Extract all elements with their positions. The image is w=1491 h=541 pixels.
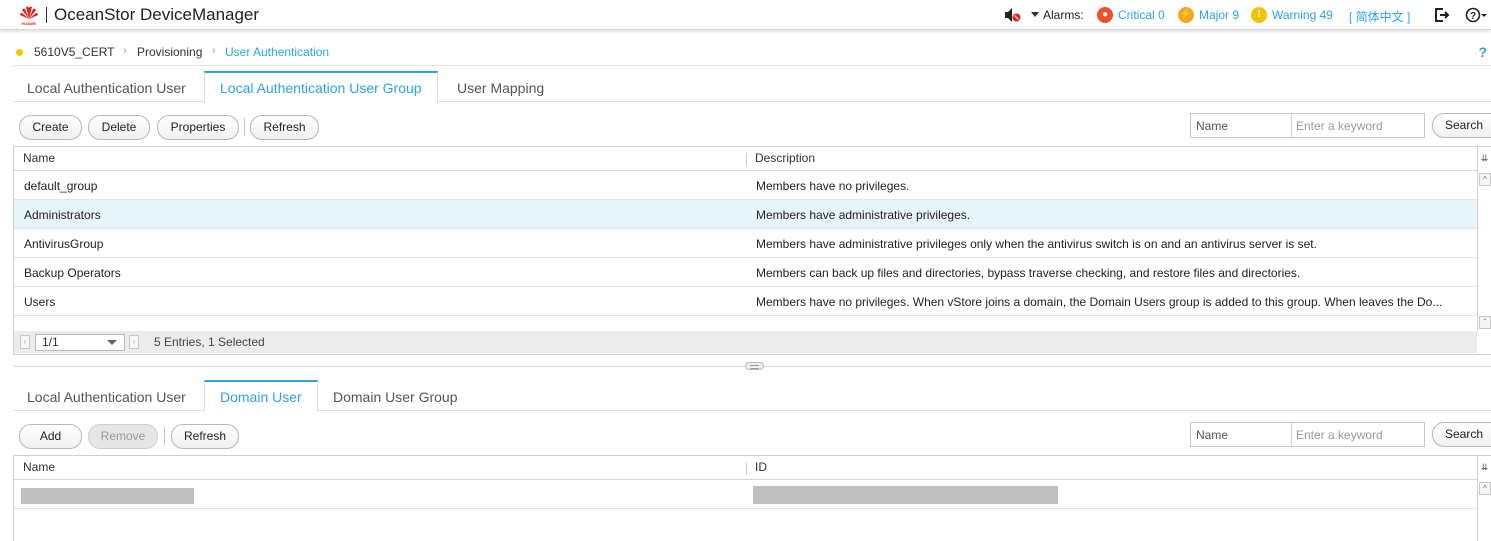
delete-button[interactable]: Delete <box>88 115 150 140</box>
pagination-bar: ‹ 1/1 › 5 Entries, 1 Selected <box>14 331 1477 353</box>
major-alarm-link[interactable]: Major 9 <box>1199 8 1239 22</box>
cell-description: Members have administrative privileges. <box>756 208 971 222</box>
breadcrumb: 5610V5_CERT › Provisioning › User Authen… <box>0 40 1491 64</box>
table-row[interactable]: default_group Members have no privileges… <box>14 171 1477 200</box>
page-select[interactable]: 1/1 <box>35 334 125 351</box>
device-status-dot <box>16 49 23 56</box>
refresh-button[interactable]: Refresh <box>250 115 319 140</box>
column-divider[interactable] <box>746 462 747 475</box>
remove-button[interactable]: Remove <box>88 424 158 449</box>
logout-icon[interactable] <box>1434 7 1450 23</box>
search-field-divider <box>1291 423 1292 446</box>
chevron-right-icon: › <box>212 45 216 57</box>
brand-text: HUAWEI <box>22 22 36 26</box>
page-select-value: 1/1 <box>42 335 59 349</box>
toolbar-divider <box>244 118 245 136</box>
tab-domain-user[interactable]: Domain User <box>204 380 318 412</box>
cell-description: Members have no privileges. When vStore … <box>756 295 1443 309</box>
search-field[interactable]: Name Enter a keyword <box>1190 422 1425 447</box>
critical-alarm-icon: ● <box>1097 7 1113 23</box>
top-tab-bar: Local Authentication User Local Authenti… <box>13 71 1491 103</box>
alarm-dropdown-caret-icon[interactable] <box>1031 12 1039 17</box>
top-header: HUAWEI OceanStor DeviceManager Alarms: ●… <box>0 0 1491 30</box>
domain-user-table: Name ID ⇊ ^ <box>13 455 1491 541</box>
alarms-label: Alarms: <box>1043 8 1084 22</box>
tab-domain-user-group[interactable]: Domain User Group <box>319 380 472 411</box>
scroll-down-icon[interactable]: ˇ <box>1479 316 1491 329</box>
table-row[interactable] <box>14 480 1477 509</box>
next-page-icon[interactable]: › <box>129 335 139 349</box>
breadcrumb-device[interactable]: 5610V5_CERT <box>34 45 115 59</box>
breadcrumb-section[interactable]: Provisioning <box>137 45 202 59</box>
table-row[interactable]: Backup Operators Members can back up fil… <box>14 258 1477 287</box>
table-header: Name ID <box>14 456 1491 480</box>
search-input[interactable]: Enter a keyword <box>1296 119 1383 133</box>
entries-info: 5 Entries, 1 Selected <box>154 335 265 349</box>
cell-name: Backup Operators <box>24 266 121 280</box>
search-button[interactable]: Search <box>1432 113 1491 138</box>
column-header-name[interactable]: Name <box>23 151 55 165</box>
table-row[interactable]: Users Members have no privileges. When v… <box>14 287 1477 316</box>
tab-local-authentication-user[interactable]: Local Authentication User <box>13 71 200 102</box>
table-header: Name Description <box>14 147 1491 171</box>
svg-text:?: ? <box>1470 11 1476 22</box>
bottom-tab-bar: Local Authentication User Domain User Do… <box>13 380 1491 412</box>
tab-local-authentication-user-group[interactable]: Local Authentication User Group <box>204 71 438 103</box>
toolbar-divider <box>164 427 165 445</box>
scroll-up-icon[interactable]: ^ <box>1479 173 1491 186</box>
table-row[interactable]: AntivirusGroup Members have administrati… <box>14 229 1477 258</box>
search-field-divider <box>1291 114 1292 137</box>
search-field[interactable]: Name Enter a keyword <box>1190 113 1425 138</box>
search-field-selector[interactable]: Name <box>1196 119 1228 133</box>
splitter-drag-handle[interactable] <box>745 362 764 370</box>
help-menu-icon[interactable]: ? <box>1465 7 1487 23</box>
cell-name: Administrators <box>24 208 101 222</box>
properties-button[interactable]: Properties <box>157 115 239 140</box>
huawei-logo-icon: HUAWEI <box>17 4 41 26</box>
collapse-panel-icon[interactable]: ⇊ <box>1477 456 1491 480</box>
column-divider[interactable] <box>746 153 747 166</box>
breadcrumb-divider <box>13 65 1491 66</box>
app-title: OceanStor DeviceManager <box>54 5 260 24</box>
vertical-scrollbar[interactable]: ^ ˇ <box>1477 171 1491 331</box>
create-button[interactable]: Create <box>19 115 82 140</box>
prev-page-icon[interactable]: ‹ <box>20 335 30 349</box>
tab-local-authentication-user[interactable]: Local Authentication User <box>13 380 200 411</box>
column-header-name[interactable]: Name <box>23 460 55 474</box>
critical-alarm-link[interactable]: Critical 0 <box>1118 8 1165 22</box>
language-switch[interactable]: [ 简体中文 ] <box>1349 8 1410 25</box>
warning-alarm-icon: ! <box>1251 7 1267 23</box>
redacted-id <box>753 486 1058 504</box>
cell-description: Members have no privileges. <box>756 179 910 193</box>
collapse-panel-icon[interactable]: ⇊ <box>1477 147 1491 171</box>
chevron-down-icon <box>107 340 117 345</box>
cell-name: default_group <box>24 179 98 193</box>
mute-speaker-icon[interactable] <box>1004 7 1022 23</box>
chevron-right-icon: › <box>123 45 127 57</box>
add-button[interactable]: Add <box>19 424 82 449</box>
scroll-up-icon[interactable]: ^ <box>1479 482 1491 495</box>
table-row-selected[interactable]: Administrators Members have administrati… <box>14 200 1477 229</box>
search-button[interactable]: Search <box>1432 422 1491 447</box>
search-field-selector[interactable]: Name <box>1196 428 1228 442</box>
title-divider <box>46 7 47 23</box>
major-alarm-icon: ⚡ <box>1178 7 1194 23</box>
column-header-id[interactable]: ID <box>755 460 767 474</box>
column-header-description[interactable]: Description <box>755 151 815 165</box>
cell-description: Members can back up files and directorie… <box>756 266 1301 280</box>
cell-description: Members have administrative privileges o… <box>756 237 1317 251</box>
redacted-name <box>21 488 194 504</box>
vertical-scrollbar[interactable]: ^ <box>1477 480 1491 541</box>
user-group-table: Name Description ⇊ default_group Members… <box>13 146 1491 355</box>
refresh-button[interactable]: Refresh <box>171 424 239 449</box>
breadcrumb-page: User Authentication <box>225 45 330 59</box>
cell-name: Users <box>24 295 56 309</box>
warning-alarm-link[interactable]: Warning 49 <box>1272 8 1333 22</box>
search-input[interactable]: Enter a keyword <box>1296 428 1383 442</box>
tab-user-mapping[interactable]: User Mapping <box>443 71 558 102</box>
cell-name: AntivirusGroup <box>24 237 104 251</box>
page-help-icon[interactable]: ? <box>1478 44 1487 60</box>
